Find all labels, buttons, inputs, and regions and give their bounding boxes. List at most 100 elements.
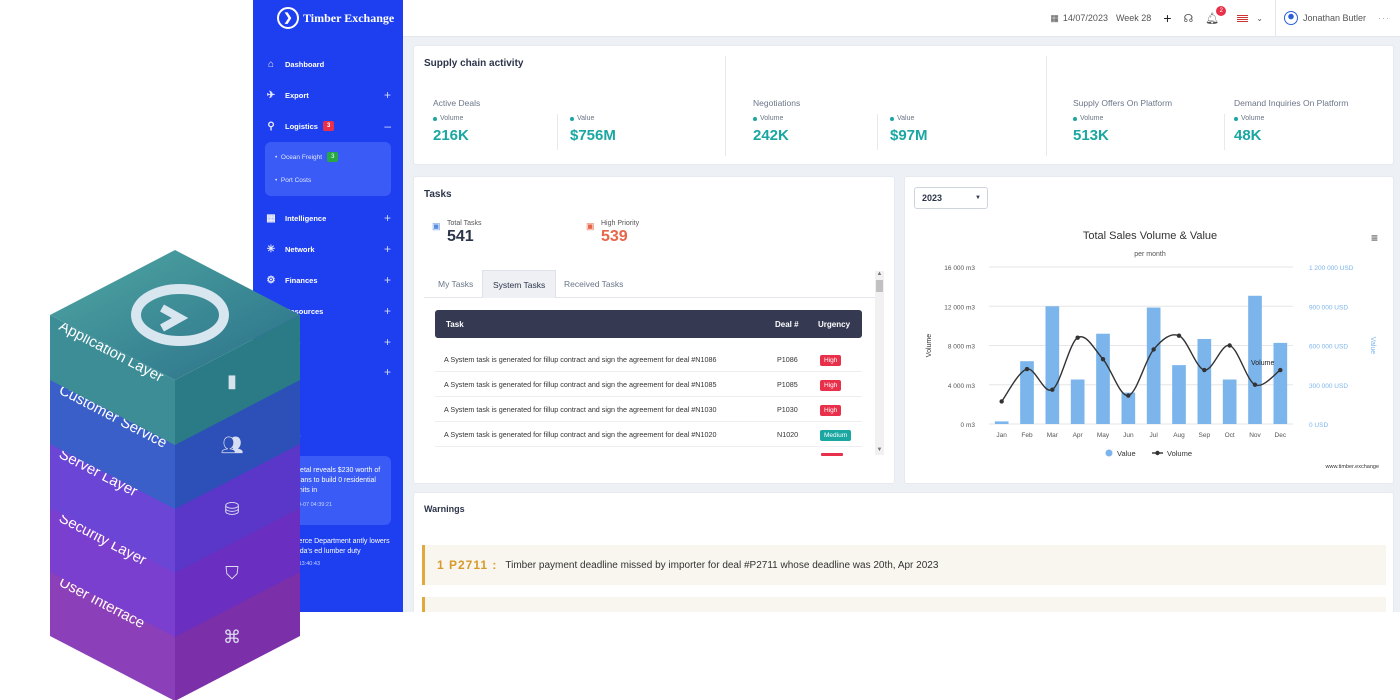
x-tick-label: Nov bbox=[1249, 432, 1261, 439]
tab-my-tasks[interactable]: My Tasks bbox=[428, 270, 483, 298]
add-icon[interactable]: + bbox=[1163, 10, 1171, 26]
x-tick-label: Sep bbox=[1199, 432, 1211, 439]
task-text: A System task is generated for fillup co… bbox=[444, 430, 717, 439]
support-icon[interactable]: ☊ bbox=[1184, 12, 1194, 25]
user-menu[interactable]: Jonathan Butler bbox=[1274, 0, 1366, 37]
bar-aug[interactable] bbox=[1172, 365, 1186, 424]
volume-point-feb[interactable] bbox=[1024, 366, 1030, 372]
urgency-badge: High bbox=[820, 380, 842, 391]
expand-icon[interactable]: + bbox=[384, 304, 391, 318]
column-task[interactable]: Task bbox=[446, 320, 464, 329]
avatar bbox=[1283, 11, 1298, 25]
bar-jul[interactable] bbox=[1146, 307, 1161, 424]
expand-icon[interactable]: + bbox=[384, 88, 391, 102]
phone-icon: ▮ bbox=[227, 371, 237, 391]
table-row[interactable]: A System task is generated for fillup co… bbox=[435, 422, 862, 447]
chevron-down-icon[interactable]: ⌄ bbox=[1256, 14, 1263, 23]
table-row[interactable]: A System task is generated for fillup co… bbox=[435, 397, 862, 422]
legend-volume-marker bbox=[1155, 450, 1160, 456]
tab-received-tasks[interactable]: Received Tasks bbox=[554, 270, 633, 298]
more-icon[interactable]: ··· bbox=[1378, 13, 1390, 23]
logistics-submenu: • Ocean Freight 3 • Port Costs bbox=[265, 142, 391, 196]
bar-may[interactable] bbox=[1096, 333, 1110, 424]
negotiations-volume: 242K bbox=[753, 127, 789, 144]
database-icon: ⛁ bbox=[224, 499, 239, 519]
bar-jan[interactable] bbox=[994, 421, 1009, 424]
scroll-down-icon[interactable]: ▼ bbox=[875, 447, 884, 455]
expand-icon[interactable]: + bbox=[384, 211, 391, 225]
volume-label: Volume bbox=[1073, 115, 1103, 122]
bar-dec[interactable] bbox=[1273, 342, 1288, 424]
volume-point-aug[interactable] bbox=[1176, 333, 1182, 338]
brand-name: Timber Exchange bbox=[303, 10, 395, 25]
task-text: A System task is generated for fillup co… bbox=[444, 405, 717, 414]
scrollbar-thumb[interactable] bbox=[876, 280, 883, 292]
x-tick-label: Mar bbox=[1047, 432, 1059, 439]
warning-item-partial[interactable] bbox=[422, 597, 1386, 612]
calendar-icon: ▦ bbox=[1050, 12, 1059, 23]
brand[interactable]: ❯ Timber Exchange bbox=[253, 0, 403, 36]
volume-point-apr[interactable] bbox=[1075, 335, 1080, 340]
column-deal[interactable]: Deal # bbox=[775, 320, 799, 329]
expand-icon[interactable]: + bbox=[384, 242, 391, 256]
volume-point-mar[interactable] bbox=[1050, 387, 1055, 392]
expand-icon[interactable]: + bbox=[384, 365, 391, 379]
submenu-item-port-costs[interactable]: • Port Costs bbox=[275, 177, 311, 184]
y2-tick-label: 600 000 USD bbox=[1309, 344, 1348, 351]
x-tick-label: Jun bbox=[1123, 432, 1134, 439]
tab-system-tasks[interactable]: System Tasks bbox=[482, 270, 557, 298]
sidebar-item-logistics[interactable]: ⚲ Logistics 3– bbox=[253, 118, 403, 134]
column-urgency[interactable]: Urgency bbox=[818, 320, 850, 329]
supply-offers-label: Supply Offers On Platform bbox=[1073, 98, 1173, 108]
collapse-icon[interactable]: – bbox=[384, 119, 391, 133]
volume-point-jan[interactable] bbox=[999, 399, 1004, 404]
expand-icon[interactable]: + bbox=[384, 273, 391, 287]
volume-point-may[interactable] bbox=[1100, 357, 1106, 362]
volume-point-jul[interactable] bbox=[1151, 347, 1156, 352]
x-tick-label: Aug bbox=[1173, 432, 1185, 439]
divider bbox=[1046, 56, 1047, 156]
volume-point-oct[interactable] bbox=[1227, 343, 1232, 348]
bell-icon[interactable]: 🔔︎ 2 bbox=[1205, 5, 1227, 25]
legend-value[interactable]: Value bbox=[1117, 449, 1136, 458]
table-row[interactable]: A System task is generated for fillup co… bbox=[435, 347, 862, 372]
chart-credit: www.timber.exchange bbox=[1325, 464, 1380, 470]
scrollbar[interactable]: ▲ ▼ bbox=[875, 271, 884, 455]
volume-line bbox=[1001, 334, 1281, 402]
y-tick-label: 8 000 m3 bbox=[948, 344, 975, 351]
submenu-item-ocean-freight[interactable]: • Ocean Freight 3 bbox=[275, 152, 339, 162]
x-tick-label: Apr bbox=[1073, 432, 1084, 439]
sidebar-item-export[interactable]: ✈ Export + bbox=[253, 87, 403, 103]
sales-chart: Total Sales Volume & Value per month ≡ 0 m3… bbox=[926, 230, 1380, 470]
volume-point-dec[interactable] bbox=[1278, 367, 1283, 373]
monitor-icon: ⌘ bbox=[223, 627, 241, 647]
bar-sep[interactable] bbox=[1197, 338, 1212, 424]
high-priority-count: 539 bbox=[601, 228, 628, 245]
x-tick-label: Feb bbox=[1021, 432, 1033, 439]
legend-volume[interactable]: Volume bbox=[1167, 449, 1192, 458]
flag-icon[interactable] bbox=[1237, 14, 1249, 22]
x-tick-label: Oct bbox=[1225, 432, 1235, 439]
supply-chain-card: Supply chain activity Active Deals Volum… bbox=[413, 45, 1394, 165]
scroll-up-icon[interactable]: ▲ bbox=[875, 271, 884, 279]
negotiations-value: $97M bbox=[890, 127, 928, 144]
y-tick-label: 12 000 m3 bbox=[944, 304, 975, 311]
expand-icon[interactable]: + bbox=[384, 335, 391, 349]
value-label: Value bbox=[890, 115, 914, 122]
export-icon: ✈ bbox=[266, 89, 276, 101]
bar-apr[interactable] bbox=[1070, 379, 1085, 424]
volume-point-jun[interactable] bbox=[1126, 393, 1131, 398]
sales-chart-card: 2023 ▼ Total Sales Volume & Value per mont… bbox=[904, 176, 1394, 484]
bar-mar[interactable] bbox=[1045, 306, 1060, 424]
volume-point-nov[interactable] bbox=[1252, 382, 1258, 387]
sidebar-item-dashboard[interactable]: ⌂ Dashboard bbox=[253, 56, 403, 72]
sidebar-item-intelligence[interactable]: ▦ Intelligence + bbox=[253, 210, 403, 226]
y2-tick-label: 1 200 000 USD bbox=[1309, 265, 1354, 272]
volume-label: Volume bbox=[753, 115, 783, 122]
table-row[interactable]: A System task is generated for fillup co… bbox=[435, 372, 862, 397]
divider bbox=[1224, 114, 1225, 150]
warning-item[interactable]: 1 P2711 : Timber payment deadline missed … bbox=[422, 545, 1386, 585]
volume-point-sep[interactable] bbox=[1202, 367, 1207, 373]
chart-menu-icon[interactable]: ≡ bbox=[1371, 231, 1378, 245]
bar-oct[interactable] bbox=[1222, 379, 1237, 424]
